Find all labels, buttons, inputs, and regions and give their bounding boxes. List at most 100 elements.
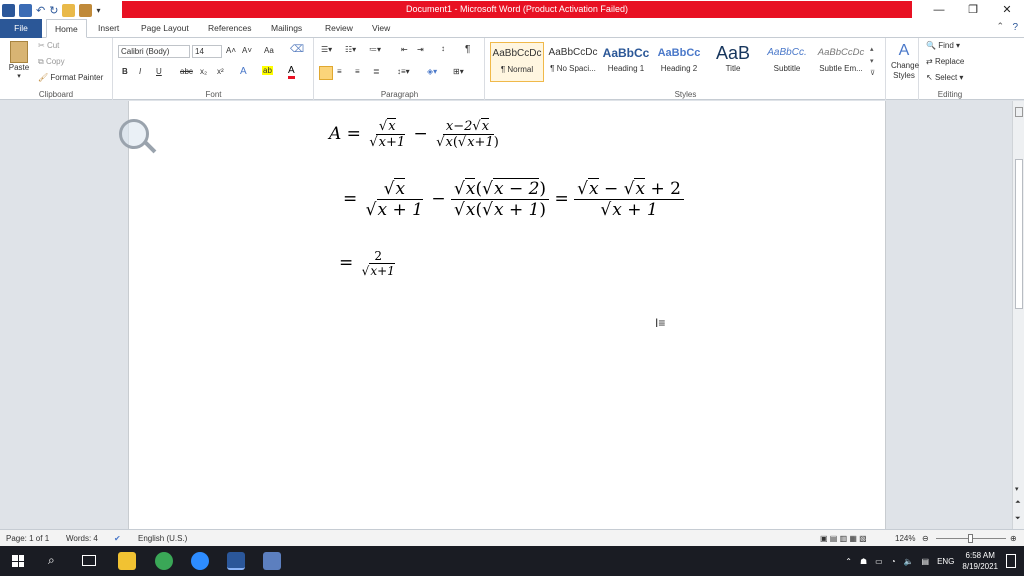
word-taskbar-icon[interactable]: [227, 552, 245, 570]
align-right-icon[interactable]: ≡: [355, 67, 360, 76]
line-spacing-icon[interactable]: ↕≡▾: [397, 67, 410, 76]
tab-file[interactable]: File: [0, 19, 42, 38]
tab-view[interactable]: View: [364, 19, 398, 38]
scrollbar-thumb[interactable]: [1015, 159, 1023, 309]
font-color-button[interactable]: A: [288, 65, 295, 79]
tab-page-layout[interactable]: Page Layout: [133, 19, 197, 38]
sort-icon[interactable]: ↕: [441, 44, 445, 53]
word-count[interactable]: Words: 4: [66, 530, 98, 547]
undo-icon[interactable]: ↶: [36, 4, 45, 17]
maximize-button[interactable]: ❐: [956, 0, 990, 20]
italic-button[interactable]: I: [139, 67, 141, 76]
justify-icon[interactable]: ≣: [373, 67, 380, 76]
multilevel-list-icon[interactable]: ≔▾: [369, 45, 381, 54]
change-case-button[interactable]: Aa: [264, 46, 274, 55]
vertical-scrollbar[interactable]: ▾ ⏶ ⏷: [1012, 101, 1024, 529]
minimize-button[interactable]: —: [922, 0, 956, 20]
style-subtitle[interactable]: AaBbCc. Subtitle: [760, 42, 814, 82]
app-taskbar-icon[interactable]: [263, 552, 281, 570]
bold-button[interactable]: B: [122, 67, 128, 76]
customize-qat-icon[interactable]: ▾: [96, 6, 100, 15]
tab-insert[interactable]: Insert: [90, 19, 127, 38]
wifi-icon[interactable]: ◔: [891, 557, 896, 566]
battery-icon[interactable]: ▭: [875, 557, 883, 566]
grow-font-button[interactable]: A˄: [226, 46, 236, 55]
clear-formatting-icon[interactable]: ⌫: [290, 44, 304, 55]
select-button[interactable]: ↖ Select ▾: [926, 73, 963, 82]
borders-icon[interactable]: ⊞▾: [453, 67, 464, 76]
tab-review[interactable]: Review: [317, 19, 361, 38]
styles-scroll-icon[interactable]: ▴ ▾ ⊽: [870, 44, 875, 80]
ruler-toggle-icon[interactable]: [1015, 107, 1023, 117]
chevron-up-icon[interactable]: ⌃: [845, 557, 852, 566]
format-painter-button[interactable]: 🖌 Format Painter: [38, 73, 103, 82]
language-indicator[interactable]: ENG: [937, 557, 954, 566]
font-family-select[interactable]: Calibri (Body): [118, 45, 190, 58]
document-page[interactable]: A = √x √x+1 − x−2√x √x(√x+1) = √x √x + 1…: [119, 101, 886, 529]
subscript-button[interactable]: x₂: [200, 67, 207, 76]
copy-button[interactable]: ⧉ Copy: [38, 57, 65, 67]
help-icon[interactable]: ?: [1012, 22, 1018, 33]
zoom-app-icon[interactable]: [191, 552, 209, 570]
style-heading-1[interactable]: AaBbCc Heading 1: [599, 42, 653, 82]
language[interactable]: English (U.S.): [138, 530, 187, 547]
cut-button[interactable]: ✂ Cut: [38, 41, 59, 50]
paste-button[interactable]: Paste ▾: [6, 41, 32, 80]
text-effects-button[interactable]: A: [240, 66, 247, 77]
align-center-icon[interactable]: ≡: [337, 67, 342, 76]
zoom-slider-thumb[interactable]: [968, 534, 973, 543]
browser-icon[interactable]: [155, 552, 173, 570]
redo-icon[interactable]: ↻: [49, 4, 58, 17]
shading-icon[interactable]: ◈▾: [427, 67, 437, 76]
minimize-ribbon-icon[interactable]: ⌃: [996, 21, 1004, 32]
change-styles-button[interactable]: A Change Styles: [891, 41, 919, 81]
bullets-icon[interactable]: ☰▾: [321, 45, 332, 54]
zoom-out-icon[interactable]: ⊖: [922, 530, 929, 547]
numbering-icon[interactable]: ☷▾: [345, 45, 356, 54]
equation-line-1[interactable]: A = √x √x+1 − x−2√x √x(√x+1): [329, 118, 502, 150]
windows-start-icon[interactable]: [12, 555, 24, 567]
previous-page-icon[interactable]: ⏶: [1015, 499, 1021, 507]
superscript-button[interactable]: x²: [217, 67, 224, 76]
open-folder-icon[interactable]: [62, 3, 76, 17]
notification-icon[interactable]: ▤: [922, 557, 930, 566]
zoom-in-icon[interactable]: ⊕: [1010, 530, 1017, 547]
underline-button[interactable]: U: [156, 67, 162, 76]
clock[interactable]: 6:58 AM 8/19/2021: [962, 550, 998, 572]
equation-line-2[interactable]: = √x √x + 1 − √x(√x − 2) √x(√x + 1) = √x…: [343, 178, 684, 220]
align-left-icon[interactable]: [319, 66, 333, 80]
people-icon[interactable]: ☗: [860, 557, 867, 566]
volume-icon[interactable]: 🔈: [904, 557, 914, 566]
save-icon[interactable]: [19, 3, 32, 17]
style-normal[interactable]: AaBbCcDc ¶ Normal: [490, 42, 544, 82]
tab-mailings[interactable]: Mailings: [263, 19, 310, 38]
task-view-icon[interactable]: [82, 555, 96, 566]
find-button[interactable]: 🔍 Find ▾: [926, 41, 960, 50]
increase-indent-icon[interactable]: ⇥: [417, 45, 424, 54]
font-size-select[interactable]: 14: [192, 45, 222, 58]
style-no-spacing[interactable]: AaBbCcDc ¶ No Spaci...: [546, 42, 600, 82]
view-buttons[interactable]: ▣ ▤ ▥ ▦ ▧: [820, 530, 867, 547]
tab-references[interactable]: References: [200, 19, 259, 38]
close-button[interactable]: ✕: [990, 0, 1024, 20]
print-preview-icon[interactable]: [79, 3, 93, 17]
page-count[interactable]: Page: 1 of 1: [6, 530, 49, 547]
zoom-level[interactable]: 124%: [895, 530, 915, 547]
show-marks-button[interactable]: ¶: [465, 44, 470, 55]
style-heading-2[interactable]: AaBbCc Heading 2: [652, 42, 706, 82]
next-page-icon[interactable]: ⏷: [1015, 515, 1021, 523]
highlight-button[interactable]: ab: [262, 66, 273, 75]
proofing-icon[interactable]: ✔: [114, 530, 121, 547]
style-title[interactable]: AaB Title: [706, 42, 760, 82]
replace-button[interactable]: ⇄ Replace: [926, 57, 964, 66]
word-app-icon[interactable]: [2, 3, 15, 17]
strikethrough-button[interactable]: abc: [180, 67, 193, 76]
shrink-font-button[interactable]: A˅: [242, 46, 252, 55]
decrease-indent-icon[interactable]: ⇤: [401, 45, 408, 54]
search-icon[interactable]: ⌕: [48, 553, 55, 568]
equation-line-3[interactable]: = 2 √x+1: [339, 249, 398, 278]
scroll-down-icon[interactable]: ▾: [1015, 485, 1019, 493]
file-explorer-icon[interactable]: [118, 552, 136, 570]
action-center-icon[interactable]: [1006, 554, 1016, 568]
style-subtle-emphasis[interactable]: AaBbCcDc Subtle Em...: [814, 42, 868, 82]
